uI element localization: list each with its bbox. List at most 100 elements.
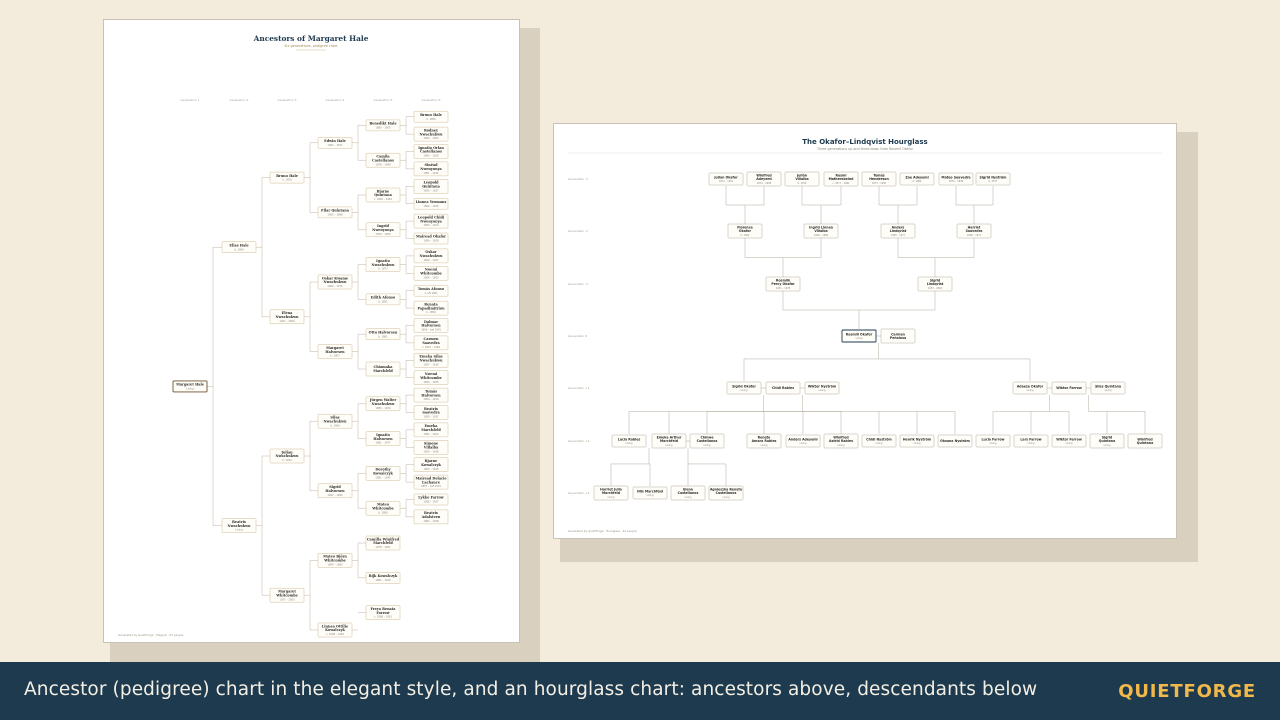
pedigree-person-box[interactable]: MargaretWhitcombe1937 – 2003 [269, 587, 305, 603]
pedigree-person-box[interactable]: BjarneKowalczyk1853 – 1916 [413, 457, 449, 472]
pedigree-person-box[interactable]: SinéadNwenyonya1851 – 1932 [413, 161, 449, 177]
person-dates: 1904 – 1983 [327, 564, 343, 567]
hourglass-person-box[interactable]: Chidi Rabies [765, 381, 801, 395]
hourglass-person-box[interactable]: WinifredAstrid RabiesLiving [823, 433, 859, 449]
pedigree-person-box[interactable]: RodneyNwachukwu1852 – 1903 [413, 126, 449, 142]
hourglass-person-box[interactable]: Silas QuintanaLiving [1090, 381, 1126, 395]
pedigree-person-box[interactable]: Leopold ChidiNwenyonya1853 – 1913 [413, 213, 449, 229]
hourglass-person-box[interactable]: Lucia RabiesLiving [611, 434, 647, 448]
hourglass-person-box[interactable]: Lars FarrowLiving [1013, 434, 1049, 448]
pedigree-person-box[interactable]: MargaretHalvorsenb. 1907 [317, 344, 353, 359]
hourglass-person-box[interactable]: Adaeze OkaforLiving [1012, 381, 1048, 395]
hourglass-chart-sheet[interactable]: The Okafor–Lindqvist Hourglass Three gen… [553, 123, 1177, 539]
hourglass-person-box[interactable]: TomásHenderson1873 – 1950 [861, 171, 897, 187]
pedigree-person-box[interactable]: Benedikt Hale1880 – 1955 [365, 119, 401, 132]
pedigree-person-box[interactable]: MateoWhitcombeb. 1880 [365, 500, 401, 516]
pedigree-person-box[interactable]: NoemiWhitcombe1853 – 1935 [413, 370, 449, 385]
pedigree-person-box[interactable]: BeatrixNwachukwuLiving [221, 518, 257, 533]
person-dates: b. 1934 [282, 459, 292, 462]
pedigree-person-box[interactable]: SigridHalvorsen1907 – 1994 [317, 483, 353, 499]
pedigree-person-box[interactable]: Jürgen WalterNwachukwu1883 – 1934 [365, 396, 401, 412]
pedigree-person-box[interactable]: Freya RenataFarrowc. 1888 – 1951 [365, 605, 401, 620]
pedigree-person-box[interactable]: Mairead Okafor1856 – 1929 [413, 232, 449, 245]
pedigree-person-box[interactable]: Otto Halvorsenb. 1881 [365, 328, 401, 340]
pedigree-person-box[interactable]: Edith Afonsob. 1881 [365, 293, 401, 306]
hourglass-person-box[interactable]: WinifredAdeyemi1874 – 1958 [746, 171, 782, 187]
pedigree-person-box[interactable]: JulianNwachukwub. 1934 [269, 448, 305, 464]
hourglass-person-box[interactable]: Julian Okafor1872 – 1951 [708, 172, 744, 186]
hourglass-person-box[interactable]: WinifredQuintana [1127, 433, 1163, 449]
hourglass-person-box[interactable]: HarrietSaavedra1908 – 1971 [956, 223, 992, 239]
pedigree-person-box[interactable]: ChiamakaMarchfeld [365, 361, 401, 377]
pedigree-person-box[interactable]: CarmenSaavedrac. 1857 – 1949 [413, 335, 449, 351]
pedigree-person-box[interactable]: BeatrixSaavedra1858 – 1937 [413, 405, 449, 420]
pedigree-person-box[interactable]: Pilar Quintana1905 – 1988 [317, 206, 353, 219]
pedigree-person-box[interactable]: Elias Haleb. 1958 [221, 241, 257, 253]
pedigree-person-box[interactable]: Mateo BjörnWhitcombe1904 – 1983 [317, 553, 353, 568]
pedigree-person-box[interactable]: OskarNwachukwu1849 – 1927 [413, 248, 449, 264]
hourglass-person-box[interactable]: JuliánVillalbab. 1879 [784, 171, 820, 187]
pedigree-person-box[interactable]: CamilaCastellanos1878 – 1949 [365, 152, 401, 168]
pedigree-person-box[interactable]: RenataPapadimitrioub. 1859 [413, 300, 449, 316]
hourglass-person-box[interactable]: RosmilkPercy Okafor1931 – 1978 [765, 276, 801, 292]
hourglass-person-box[interactable]: Rosmill OkaforLiving [841, 329, 877, 343]
pedigree-person-box[interactable]: LeopoldQuintana1855 – 1927 [413, 179, 449, 194]
pedigree-person-box[interactable]: Margaret HaleLiving [172, 380, 208, 393]
hourglass-person-box[interactable]: SigridLindqvist1933 – 2002 [917, 276, 953, 292]
pedigree-person-box[interactable]: ElenaNwachukwu1927 – 2009 [269, 309, 305, 325]
hourglass-person-box[interactable]: FlorenceOkaforb. 1904 [727, 223, 763, 239]
hourglass-person-box[interactable]: RosmiMathersbeindc. 1877 – 1962 [823, 171, 859, 187]
pedigree-person-box[interactable]: Bruno Haleb. 1929 [269, 171, 305, 184]
hourglass-person-box[interactable]: Zoe Adeyemib. 1880 [899, 172, 935, 186]
pedigree-person-box[interactable]: BjarneQuintanac. 1881 – 1961 [365, 187, 401, 203]
person-dates: c. 1908 – 1952 [326, 633, 345, 636]
hourglass-person-box[interactable]: Ingrid LinneaVillalba1906 – 1984 [803, 223, 839, 239]
pedigree-person-box[interactable]: SilasNwachukwub. 1909 [317, 413, 353, 429]
hourglass-person-box[interactable]: Anders AdeyemiLiving [785, 434, 821, 448]
hourglass-person-box[interactable]: Nils MarchfeldLiving [632, 486, 668, 500]
hourglass-person-box[interactable]: SigridQuintanaLiving [1089, 433, 1125, 449]
hourglass-person-box[interactable]: ChinweCastellanosLiving [689, 433, 725, 449]
person-dates: Living [186, 388, 194, 391]
pedigree-person-box[interactable]: Rijk Kowalczyk1882 – 1918 [365, 572, 401, 584]
pedigree-person-box[interactable]: Tomás Afonsod. aft 1901 [413, 284, 449, 297]
hourglass-person-box[interactable]: Mateo Saavedra1876 – 1949 [938, 172, 974, 186]
pedigree-person-box[interactable]: DorothyKowalczyk1881 – 1945 [365, 466, 401, 481]
pedigree-person-box[interactable]: Bruno Haleb. 1856 [413, 110, 449, 123]
hourglass-person-box[interactable]: CarmenPeñalosa [880, 328, 916, 344]
pedigree-person-box[interactable]: IngridNwenyonya1879 – 1950 [365, 222, 401, 238]
pedigree-person-box[interactable]: Linnea OttilieKowalczykc. 1908 – 1952 [317, 622, 353, 638]
hourglass-person-box[interactable]: Oksana Nyström [937, 434, 973, 448]
hourglass-person-box[interactable]: Henrik NyströmLiving [899, 434, 935, 448]
hourglass-person-box[interactable]: Wiktor Farrow [1051, 381, 1087, 395]
hourglass-person-box[interactable]: AndersLindqvist1905 – 1977 [880, 223, 916, 239]
hourglass-person-box[interactable]: Lucia FarrowLiving [975, 434, 1011, 448]
hourglass-person-box[interactable]: Sigrid Nyströmb. 1877 [975, 172, 1011, 186]
pedigree-person-box[interactable]: BeatrixAdalsteen1862 – 1948 [413, 509, 449, 525]
hourglass-person-box[interactable]: Harriet JuliaMarchfeldLiving [593, 485, 629, 501]
hourglass-person-box[interactable]: Emeka ArthurMarchfeldLiving [651, 433, 687, 449]
hourglass-person-box[interactable]: Wiktor FarrowLiving [1051, 434, 1087, 448]
pedigree-person-box[interactable]: IgnatioNwachukwub. 1877 [365, 257, 401, 272]
pedigree-person-box[interactable]: Oskar KwameNwachukwu1904 – 1976 [317, 274, 353, 290]
pedigree-person-box[interactable]: EmekaMarchfeld1851 – 1912 [413, 422, 449, 438]
pedigree-person-box[interactable]: Edwin Hale1902 – 1971 [317, 137, 353, 149]
pedigree-chart-sheet[interactable]: Ancestors of Margaret Hale Six generatio… [103, 19, 520, 643]
pedigree-person-box[interactable]: NoemiWhitcombe1854 – 1932 [413, 266, 449, 281]
pedigree-person-box[interactable]: Linnea Yeomans1852 – 1930 [413, 197, 449, 210]
pedigree-person-box[interactable]: SimoneVillalba1855 – 1938 [413, 440, 449, 455]
pedigree-person-box[interactable]: Lykke Farrow1856 – 1927 [413, 493, 449, 506]
hourglass-person-box[interactable]: Chidi NyströmLiving [861, 434, 897, 448]
pedigree-person-box[interactable]: DalmarHalvorsen1858 – bef 1901 [413, 318, 449, 333]
hourglass-person-box[interactable]: Wiktor NyströmLiving [804, 381, 840, 395]
hourglass-person-box[interactable]: Agnieszka RenataCastellanosLiving [708, 485, 744, 501]
pedigree-person-box[interactable]: Emeka SilasNwachukwu1857 – 1918 [413, 353, 449, 368]
pedigree-person-box[interactable]: IgnatioHalvorsen1881 – 1977 [365, 431, 401, 446]
hourglass-person-box[interactable]: ElenaCastellanosLiving [670, 485, 706, 501]
pedigree-person-box[interactable]: Ignatio OrlanCastellanos1855 – 1926 [413, 144, 449, 159]
pedigree-person-box[interactable]: TomásHalvorsen1854 – 1919 [413, 387, 449, 403]
pedigree-person-box[interactable]: Camilla WinifredMarchfeld1878 – 1951 [365, 535, 401, 551]
hourglass-person-box[interactable]: Sigrid OkaforLiving [726, 381, 762, 395]
hourglass-person-box[interactable]: RenateAmara RabiesLiving [746, 433, 782, 449]
pedigree-person-box[interactable]: Mairead DelacieLachance1857 – bef 1901 [413, 474, 449, 490]
